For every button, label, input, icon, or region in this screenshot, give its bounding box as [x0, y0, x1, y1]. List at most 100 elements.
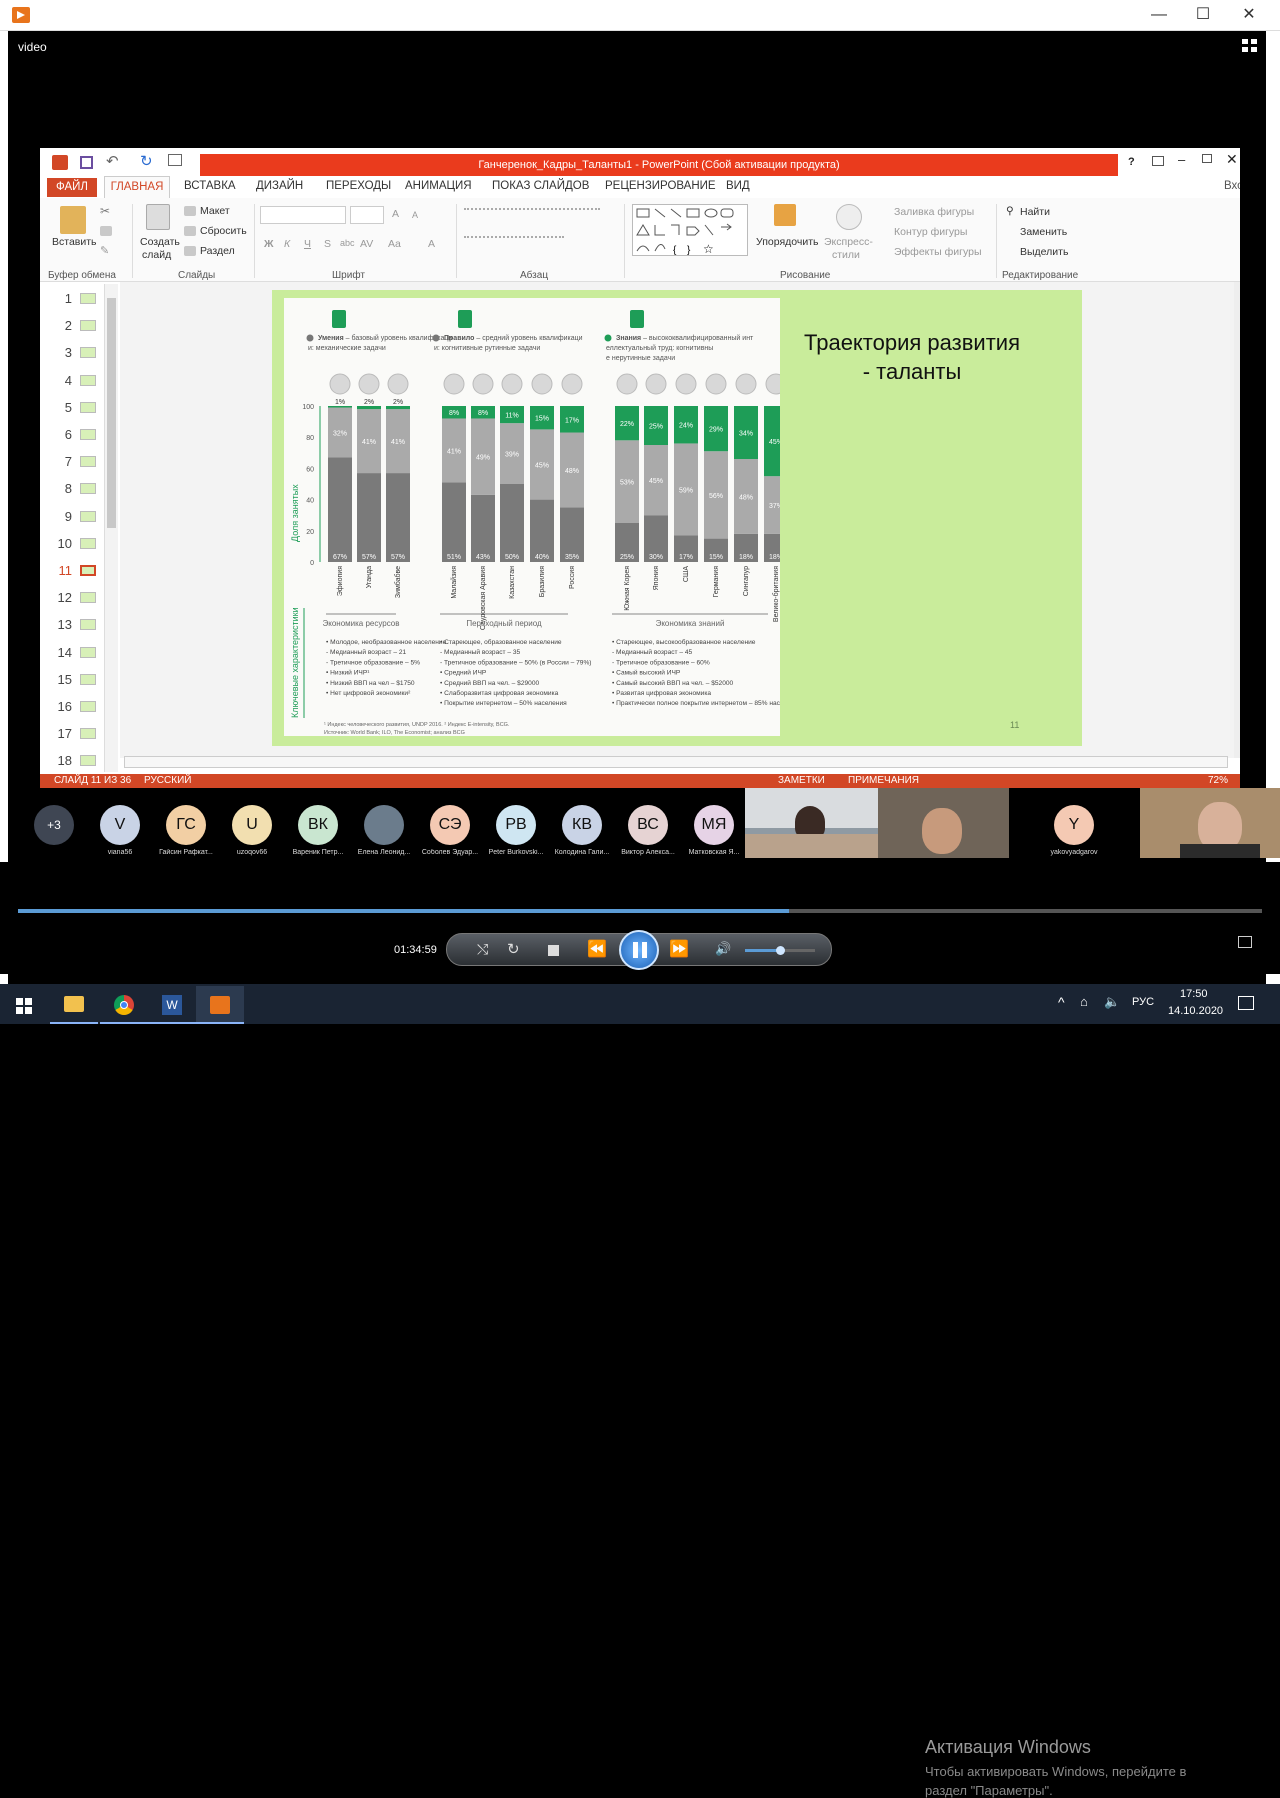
fullscreen-icon[interactable]	[1242, 39, 1258, 53]
new-slide-label-1[interactable]: Создать	[140, 236, 180, 248]
save-icon[interactable]	[80, 156, 93, 169]
tab-file[interactable]: ФАЙЛ	[47, 178, 97, 197]
strikethrough-button[interactable]: abc	[340, 238, 355, 248]
comments-button[interactable]: ПРИМЕЧАНИЯ	[848, 775, 919, 786]
thumbnails-scrollbar[interactable]	[104, 284, 118, 772]
replace-button[interactable]: Заменить	[1020, 226, 1067, 238]
shrink-font-icon[interactable]: A	[412, 210, 418, 220]
repeat-icon[interactable]: ↻	[507, 940, 520, 958]
find-button[interactable]: Найти	[1020, 206, 1050, 218]
participant-tile[interactable]: ГС Гайсин Рафкат...	[156, 798, 216, 858]
slide-thumbnail[interactable]: 9	[50, 506, 110, 528]
slide-thumbnail[interactable]: 1	[50, 288, 110, 310]
slide-thumbnail[interactable]: 5	[50, 397, 110, 419]
next-icon[interactable]: ⏩	[669, 939, 689, 959]
slide-thumbnail[interactable]: 15	[50, 669, 110, 691]
vertical-scrollbar[interactable]	[1234, 282, 1240, 758]
slide-thumbnail[interactable]: 16	[50, 696, 110, 718]
new-slide-label-2[interactable]: слайд	[142, 249, 171, 261]
volume-knob[interactable]	[776, 946, 785, 955]
start-button[interactable]	[0, 986, 48, 1024]
ribbon-display-icon[interactable]	[1152, 156, 1164, 166]
shape-effects-button[interactable]: Эффекты фигуры	[894, 246, 982, 258]
chevron-up-icon[interactable]: ^	[1058, 994, 1065, 1010]
slide-thumbnail[interactable]: 10	[50, 533, 110, 555]
select-button[interactable]: Выделить	[1020, 246, 1068, 258]
clock-date[interactable]: 14.10.2020	[1168, 1005, 1223, 1017]
tab-home[interactable]: ГЛАВНАЯ	[104, 176, 170, 198]
quick-styles-label-1[interactable]: Экспресс-	[824, 236, 873, 248]
paste-icon[interactable]	[60, 206, 86, 234]
slide-thumbnail[interactable]: 14	[50, 642, 110, 664]
slide-thumbnail[interactable]: 17	[50, 723, 110, 745]
slide-thumbnail[interactable]: 18	[50, 750, 110, 772]
slide-title[interactable]: Траектория развития - таланты	[802, 328, 1022, 386]
tab-transitions[interactable]: ПЕРЕХОДЫ	[326, 180, 391, 192]
slide-thumbnail[interactable]: 13	[50, 614, 110, 636]
list-buttons[interactable]	[464, 208, 600, 220]
participant-tile[interactable]: Yyakovyadgarov	[1044, 798, 1104, 858]
underline-button[interactable]: Ч	[304, 238, 311, 250]
volume-icon[interactable]: 🔊	[715, 941, 731, 957]
language-indicator[interactable]: РУССКИЙ	[144, 775, 191, 786]
zoom-level[interactable]: 72%	[1208, 775, 1228, 786]
change-case-button[interactable]: Aa	[388, 238, 401, 250]
slide-thumbnail[interactable]: 8	[50, 478, 110, 500]
slide-thumbnail[interactable]: 7	[50, 451, 110, 473]
participant-tile[interactable]: Елена Леонид...	[354, 798, 414, 858]
tab-animation[interactable]: АНИМАЦИЯ	[405, 180, 472, 192]
font-color-button[interactable]: A	[428, 238, 435, 250]
shuffle-icon[interactable]: ⤭	[477, 941, 488, 958]
video-tile-participant-2[interactable]	[1140, 788, 1280, 858]
video-tile-presenter[interactable]	[745, 788, 878, 858]
speaker-icon[interactable]: 🔈	[1104, 994, 1120, 1010]
input-language[interactable]: РУС	[1132, 996, 1154, 1008]
participant-tile[interactable]: PB Peter Burkovski...	[486, 798, 546, 858]
thumbnails-scroll-thumb[interactable]	[107, 298, 116, 528]
grow-font-icon[interactable]: A	[392, 208, 399, 220]
participant-tile[interactable]: Uuzoqov66	[222, 798, 282, 858]
tab-view[interactable]: ВИД	[726, 180, 750, 192]
shape-outline-button[interactable]: Контур фигуры	[894, 226, 967, 238]
network-icon[interactable]: ⌂	[1080, 994, 1088, 1009]
shape-fill-button[interactable]: Заливка фигуры	[894, 206, 974, 218]
switch-to-library-icon[interactable]	[1238, 936, 1252, 948]
shapes-gallery[interactable]: {} ☆	[632, 204, 748, 256]
tab-review[interactable]: РЕЦЕНЗИРОВАНИЕ	[605, 180, 716, 192]
slide-thumbnail[interactable]: 4	[50, 370, 110, 392]
section-button[interactable]: Раздел	[200, 245, 235, 257]
slide-thumbnail[interactable]: 12	[50, 587, 110, 609]
tab-insert[interactable]: ВСТАВКА	[184, 180, 236, 192]
arrange-button[interactable]: Упорядочить	[756, 236, 818, 248]
char-spacing-button[interactable]: AV	[360, 238, 373, 250]
horizontal-scrollbar[interactable]	[124, 756, 1228, 768]
quick-styles-icon[interactable]	[836, 204, 862, 230]
media-player-taskbar-icon[interactable]	[196, 986, 244, 1024]
previous-icon[interactable]: ⏪	[587, 939, 607, 959]
cut-icon[interactable]: ✂	[100, 204, 110, 218]
participant-tile[interactable]: КВ Колодина Гали...	[552, 798, 612, 858]
participant-tile[interactable]: МЯ Матковская Я...	[684, 798, 744, 858]
video-tile-participant[interactable]	[878, 788, 1009, 858]
participant-tile[interactable]: Vviana56	[90, 798, 150, 858]
tab-design[interactable]: ДИЗАЙН	[256, 180, 303, 192]
clock-time[interactable]: 17:50	[1180, 988, 1208, 1000]
align-buttons[interactable]	[464, 236, 564, 248]
ppt-restore-button[interactable]	[1202, 154, 1212, 163]
format-painter-icon[interactable]: ✎	[100, 244, 109, 257]
slide-thumbnail[interactable]: 6	[50, 424, 110, 446]
participant-tile[interactable]: ВК Вареник Петр...	[288, 798, 348, 858]
reset-button[interactable]: Сбросить	[200, 225, 247, 237]
slide-thumbnail[interactable]: 2	[50, 315, 110, 337]
new-slide-icon[interactable]	[146, 204, 170, 230]
redo-icon[interactable]: ↻	[140, 152, 153, 170]
participant-tile[interactable]: СЭ Соболев Эдуар...	[420, 798, 480, 858]
participant-tile[interactable]: ВС Виктор Алекса...	[618, 798, 678, 858]
ppt-minimize-button[interactable]: –	[1178, 152, 1185, 167]
maximize-button[interactable]: ☐	[1180, 0, 1226, 30]
chrome-icon[interactable]	[100, 986, 148, 1024]
close-button[interactable]: ✕	[1226, 0, 1272, 30]
notes-button[interactable]: ЗАМЕТКИ	[778, 775, 825, 786]
sign-in-link[interactable]: Вхо	[1224, 180, 1240, 192]
stop-icon[interactable]	[548, 945, 559, 956]
